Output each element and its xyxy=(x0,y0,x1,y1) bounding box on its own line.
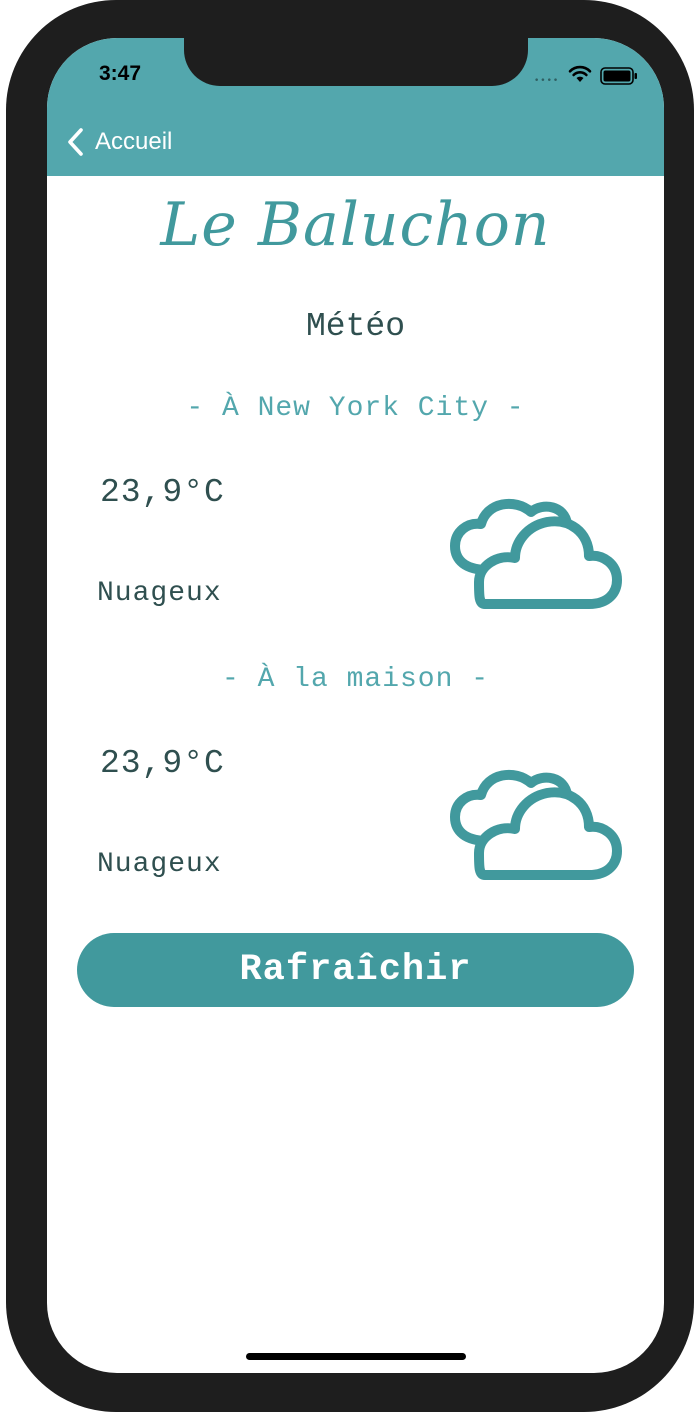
location-heading-home: - À la maison - xyxy=(221,664,490,695)
status-time: 3:47 xyxy=(99,62,142,85)
page-title: Météo xyxy=(305,308,406,345)
temperature-home: 23,9°C xyxy=(100,745,225,782)
location-heading-nyc: - À New York City - xyxy=(186,393,525,424)
signal-icon: •••• xyxy=(534,76,560,86)
phone-frame: 3:47 •••• Accueil Le Baluchon Météo - À … xyxy=(6,0,694,1412)
refresh-button[interactable]: Rafraîchir xyxy=(77,933,634,1007)
clouds-icon xyxy=(450,770,622,880)
condition-nyc: Nuageux xyxy=(97,578,222,609)
refresh-button-label: Rafraîchir xyxy=(239,949,472,991)
chevron-left-icon xyxy=(68,128,83,156)
battery-icon xyxy=(600,67,637,85)
back-button[interactable]: Accueil xyxy=(65,126,172,158)
navigation-bar: 3:47 •••• Accueil xyxy=(47,38,664,176)
back-button-label: Accueil xyxy=(95,128,173,155)
condition-home: Nuageux xyxy=(97,849,222,880)
home-indicator[interactable] xyxy=(246,1353,466,1360)
clouds-icon xyxy=(450,499,622,609)
notch xyxy=(184,38,528,86)
wifi-icon xyxy=(568,65,592,82)
temperature-nyc: 23,9°C xyxy=(100,474,225,511)
screen: 3:47 •••• Accueil Le Baluchon Météo - À … xyxy=(47,38,664,1373)
app-logo: Le Baluchon xyxy=(160,190,551,260)
